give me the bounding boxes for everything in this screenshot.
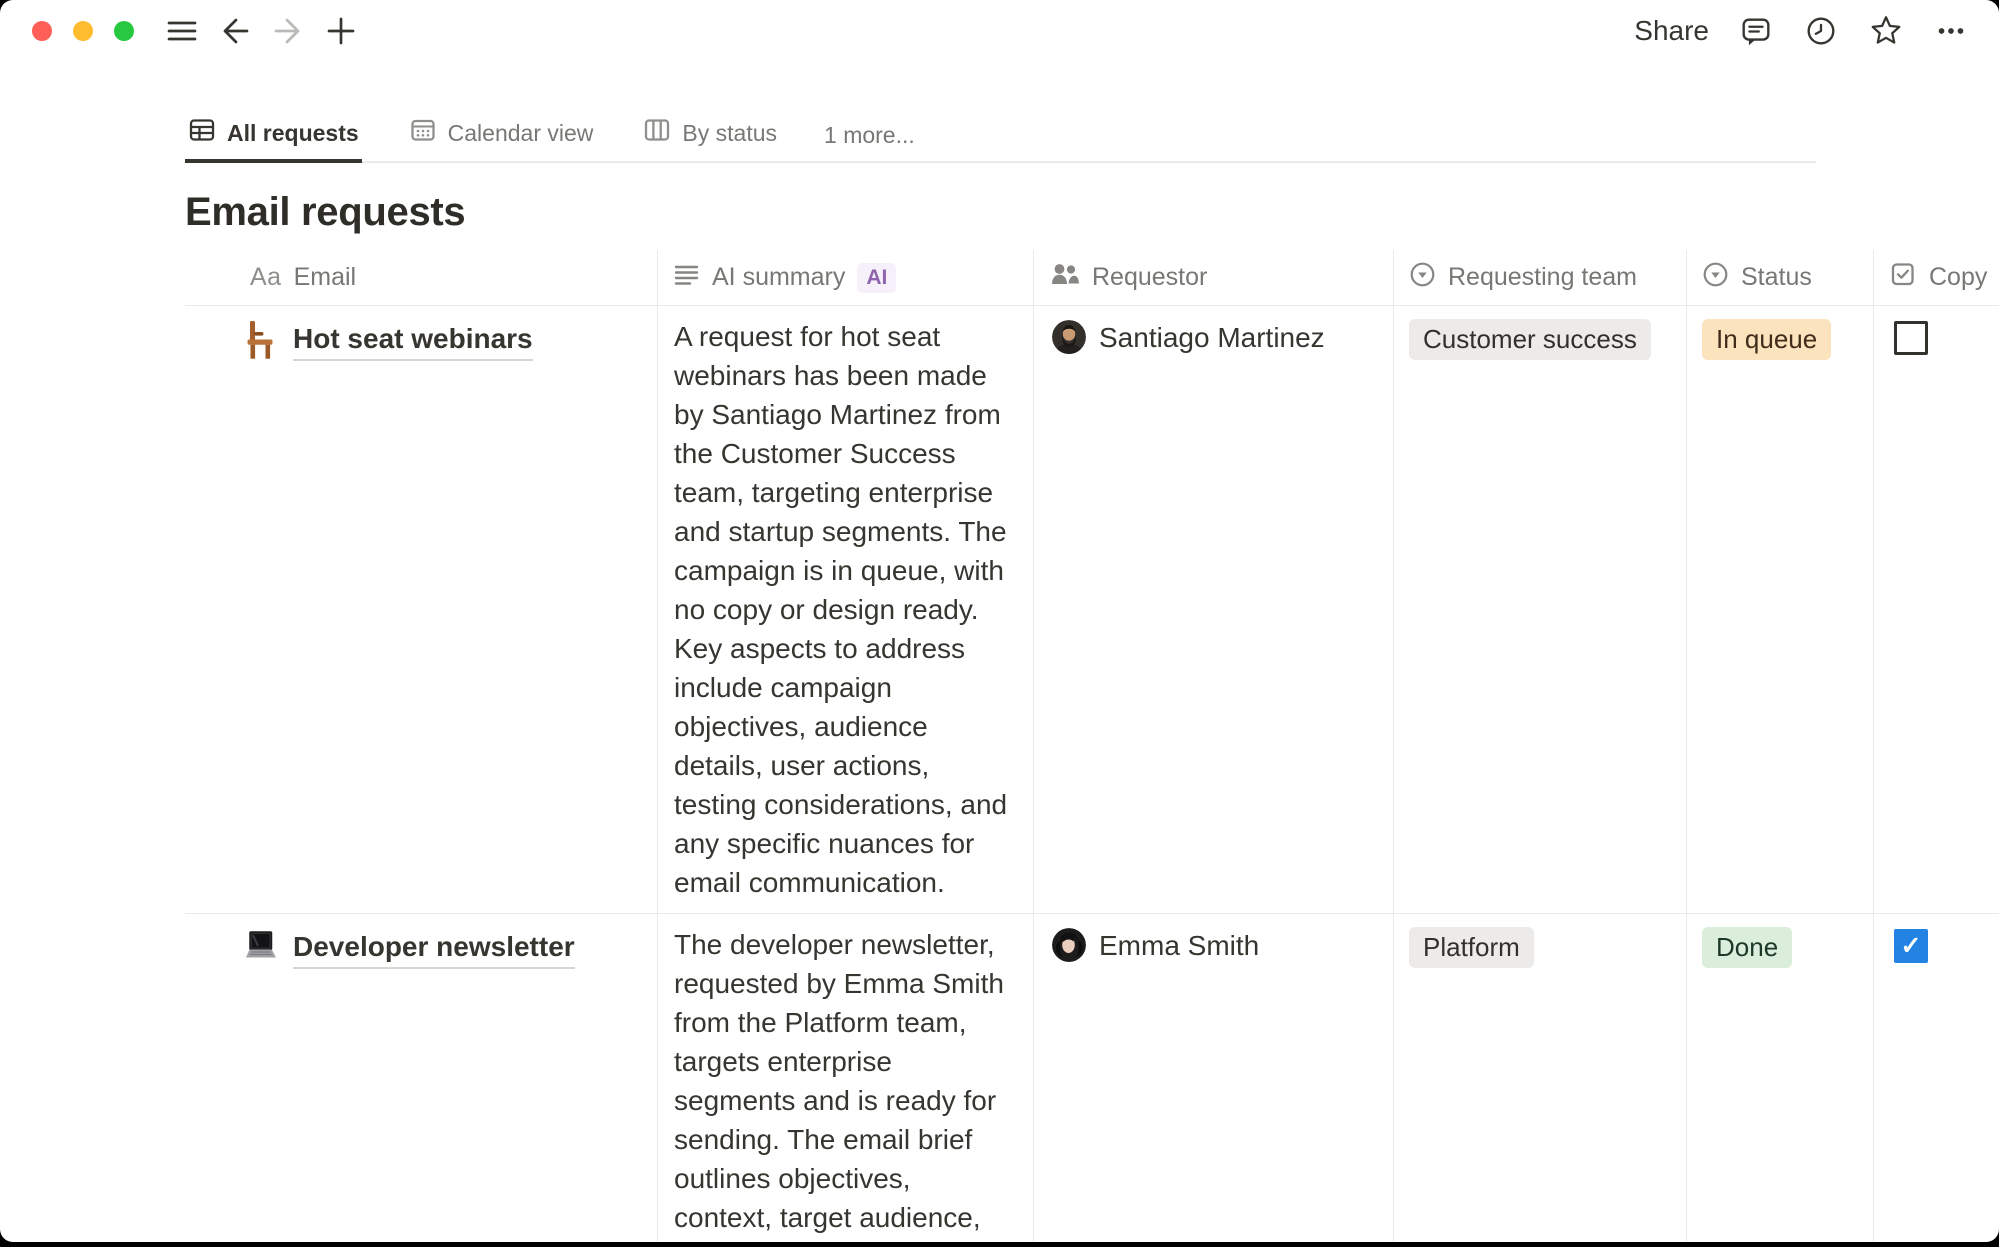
- laptop-icon: [242, 928, 279, 968]
- table-row-email[interactable]: Developer newsletter: [185, 914, 657, 1242]
- team-tag[interactable]: Platform: [1409, 927, 1534, 968]
- menu-icon[interactable]: [164, 13, 200, 49]
- nav-group: [164, 13, 359, 49]
- window-toolbar: Share: [0, 0, 1999, 62]
- page-link[interactable]: Hot seat webinars: [293, 322, 533, 361]
- table-view-icon: [188, 116, 216, 150]
- table-row-email[interactable]: Hot seat webinars: [185, 306, 657, 914]
- requests-table: Aa Email AI summary AI Requestor Request…: [185, 250, 1999, 1242]
- people-icon: [1049, 260, 1080, 295]
- status-cell[interactable]: Done: [1686, 914, 1873, 1242]
- tab-label: All requests: [227, 120, 359, 147]
- column-label: Requestor: [1092, 263, 1207, 292]
- ai-badge: AI: [857, 263, 896, 293]
- tab-label: Calendar view: [448, 120, 594, 147]
- text-lines-icon: [673, 261, 700, 295]
- back-icon[interactable]: [217, 13, 253, 49]
- column-header-status[interactable]: Status: [1686, 250, 1873, 306]
- favorite-icon[interactable]: [1868, 13, 1904, 49]
- status-cell[interactable]: In queue: [1686, 306, 1873, 914]
- tab-by-status[interactable]: By status: [640, 107, 780, 163]
- close-window-button[interactable]: [32, 21, 52, 41]
- zoom-window-button[interactable]: [114, 21, 134, 41]
- checkbox-icon: [1889, 260, 1917, 295]
- requestor-cell[interactable]: Santiago Martinez: [1033, 306, 1393, 914]
- column-header-copy[interactable]: Copy: [1873, 250, 1999, 306]
- team-tag[interactable]: Customer success: [1409, 319, 1651, 360]
- column-label: Requesting team: [1448, 263, 1637, 292]
- more-icon[interactable]: [1933, 13, 1969, 49]
- tab-all-requests[interactable]: All requests: [185, 107, 362, 163]
- column-label: Email: [294, 263, 357, 292]
- status-tag[interactable]: In queue: [1702, 319, 1831, 360]
- calendar-view-icon: [409, 116, 437, 150]
- ai-summary-cell[interactable]: A request for hot seat webinars has been…: [657, 306, 1033, 914]
- copy-cell[interactable]: [1873, 306, 1999, 914]
- board-view-icon: [643, 116, 671, 150]
- status-tag[interactable]: Done: [1702, 927, 1792, 968]
- share-button[interactable]: Share: [1634, 15, 1709, 47]
- copy-cell[interactable]: [1873, 914, 1999, 1242]
- column-header-requesting-team[interactable]: Requesting team: [1393, 250, 1686, 306]
- more-views-button[interactable]: 1 more...: [824, 107, 915, 163]
- avatar: [1052, 320, 1086, 354]
- text-type-icon: Aa: [250, 263, 282, 292]
- chair-icon: [242, 320, 279, 360]
- select-chevron-icon: [1409, 261, 1436, 295]
- ai-summary-cell[interactable]: The developer newsletter, requested by E…: [657, 914, 1033, 1242]
- tab-label: By status: [682, 120, 777, 147]
- comments-icon[interactable]: [1738, 13, 1774, 49]
- page-title[interactable]: Email requests: [185, 190, 1999, 245]
- page-link[interactable]: Developer newsletter: [293, 930, 575, 969]
- tab-calendar-view[interactable]: Calendar view: [406, 107, 597, 163]
- requesting-team-cell[interactable]: Customer success: [1393, 306, 1686, 914]
- column-label: Status: [1741, 263, 1812, 292]
- person-name: Emma Smith: [1099, 928, 1259, 963]
- person-name: Santiago Martinez: [1099, 320, 1325, 355]
- requestor-cell[interactable]: Emma Smith: [1033, 914, 1393, 1242]
- column-header-ai-summary[interactable]: AI summary AI: [657, 250, 1033, 306]
- copy-checkbox[interactable]: [1894, 929, 1928, 963]
- minimize-window-button[interactable]: [73, 21, 93, 41]
- column-label: Copy: [1929, 263, 1987, 292]
- traffic-lights: [32, 21, 134, 41]
- ai-summary-text: The developer newsletter, requested by E…: [674, 929, 1004, 1242]
- app-window: Share All requests: [0, 0, 1999, 1242]
- column-header-requestor[interactable]: Requestor: [1033, 250, 1393, 306]
- forward-icon[interactable]: [270, 13, 306, 49]
- requesting-team-cell[interactable]: Platform: [1393, 914, 1686, 1242]
- avatar: [1052, 928, 1086, 962]
- updates-icon[interactable]: [1803, 13, 1839, 49]
- select-chevron-icon: [1702, 261, 1729, 295]
- column-header-email[interactable]: Aa Email: [185, 250, 657, 306]
- copy-checkbox[interactable]: [1894, 321, 1928, 355]
- view-tabs: All requests Calendar view By status 1 m…: [0, 62, 1999, 163]
- ai-summary-text: A request for hot seat webinars has been…: [674, 321, 1007, 898]
- column-label: AI summary: [712, 263, 845, 292]
- toolbar-actions: Share: [1634, 13, 1969, 49]
- new-tab-icon[interactable]: [323, 13, 359, 49]
